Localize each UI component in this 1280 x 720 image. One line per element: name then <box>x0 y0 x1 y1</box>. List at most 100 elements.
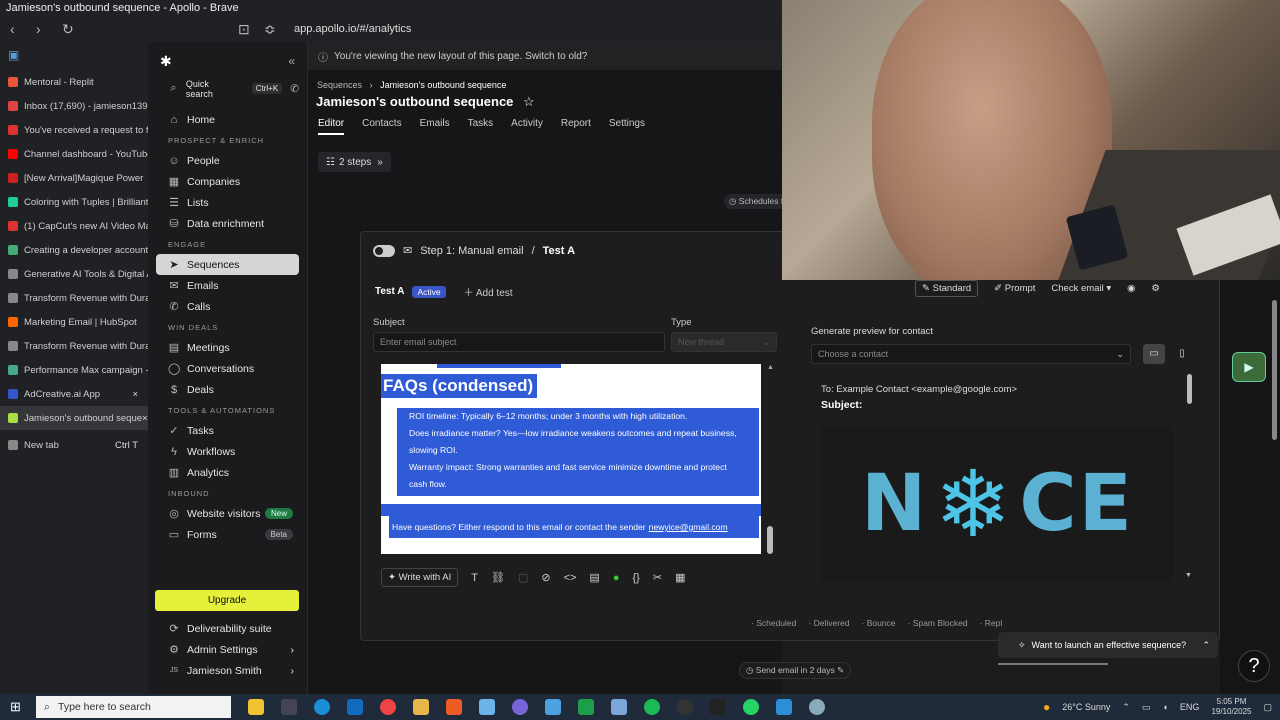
star-icon[interactable]: ☆ <box>523 94 535 109</box>
file-explorer-icon[interactable] <box>413 699 429 715</box>
nav-workflows[interactable]: ϟ Workflows <box>156 441 299 462</box>
tray-chevron-icon[interactable]: ⌃ <box>1122 702 1130 713</box>
write-with-ai-button[interactable]: ✦ Write with AI <box>381 568 459 587</box>
app-icon[interactable] <box>545 699 561 715</box>
browser-tab[interactable]: Transform Revenue with Durab <box>0 286 148 310</box>
browser-tab[interactable]: Jamieson's outbound seque × <box>0 406 148 430</box>
whatsapp-icon[interactable] <box>743 699 759 715</box>
code-icon[interactable]: <> <box>564 572 577 584</box>
nav-companies[interactable]: ▦ Companies <box>156 171 299 192</box>
steps-button[interactable]: ☷ 2 steps » <box>318 152 391 172</box>
help-button[interactable]: ? <box>1238 650 1270 682</box>
nav-tasks[interactable]: ✓ Tasks <box>156 420 299 441</box>
browser-tab[interactable]: Mentoral - Replit <box>0 70 148 94</box>
nav-user[interactable]: JS Jamieson Smith › <box>156 660 300 681</box>
browser-tab[interactable]: Creating a developer account <box>0 238 148 262</box>
tab-activity[interactable]: Activity <box>511 118 543 135</box>
nav-home[interactable]: ⌂ Home <box>156 109 299 130</box>
subject-input[interactable]: Enter email subject <box>373 332 665 352</box>
tab-settings[interactable]: Settings <box>609 118 645 135</box>
image-icon[interactable]: ▢ <box>518 571 528 584</box>
send-in-label[interactable]: ◷ Send email in 2 days ✎ <box>739 662 852 679</box>
schedules-chip[interactable]: ◷ Schedules t <box>724 194 789 209</box>
nav-emails[interactable]: ✉ Emails <box>156 275 299 296</box>
scissors-icon[interactable]: ✂ <box>653 571 662 584</box>
stat-delivered[interactable]: · Delivered <box>808 618 849 628</box>
nav-deliverability[interactable]: ⟳ Deliverability suite <box>156 618 300 639</box>
desktop-view-icon[interactable]: ▭ <box>1143 344 1165 364</box>
chrome-icon[interactable] <box>380 699 396 715</box>
mobile-view-icon[interactable]: ▯ <box>1173 344 1191 364</box>
tab-editor[interactable]: Editor <box>318 118 345 135</box>
stat-bounce[interactable]: · Bounce <box>861 618 895 628</box>
assistant-button[interactable]: ▶ <box>1232 352 1266 382</box>
page-scrollbar[interactable] <box>1272 300 1277 440</box>
edge-icon[interactable] <box>314 699 330 715</box>
quick-search[interactable]: ⌕ Quick search Ctrl+K ✆ <box>156 78 299 99</box>
nav-lists[interactable]: ☰ Lists <box>156 192 299 213</box>
windows-start-icon[interactable]: ⊞ <box>10 699 21 715</box>
step-toggle[interactable] <box>373 244 395 257</box>
nav-meetings[interactable]: ▤ Meetings <box>156 337 299 358</box>
eye-icon[interactable]: ◉ <box>1127 283 1135 294</box>
browser-tab[interactable]: Inbox (17,690) - jamieson1399 <box>0 94 148 118</box>
sidebar-toggle-icon[interactable]: ▣ <box>0 42 148 70</box>
app-icon[interactable] <box>677 699 693 715</box>
browser-tab[interactable]: [New Arrival]Magique Power <box>0 166 148 190</box>
upgrade-button[interactable]: Upgrade <box>155 590 299 611</box>
tab-emails[interactable]: Emails <box>420 118 450 135</box>
language[interactable]: ENG <box>1180 702 1200 712</box>
taskbar-search[interactable]: ⌕ Type here to search <box>36 696 231 718</box>
breadcrumb-sequences[interactable]: Sequences <box>317 80 362 90</box>
gear-icon[interactable]: ⚙ <box>1151 283 1160 294</box>
network-icon[interactable]: ▭ <box>1142 702 1151 713</box>
nav-forms[interactable]: ▭ Forms Beta <box>156 524 299 545</box>
record-icon[interactable]: ● <box>613 572 620 584</box>
collapse-sidebar-icon[interactable]: « <box>288 54 295 68</box>
tab-contacts[interactable]: Contacts <box>362 118 401 135</box>
clock[interactable]: 5:05 PM 19/10/2025 <box>1211 697 1251 717</box>
attachment-icon[interactable]: ⊘ <box>541 571 550 584</box>
url-field[interactable]: app.apollo.io/#/analytics <box>294 23 411 35</box>
notification-icon[interactable]: ▢ <box>1263 702 1272 713</box>
tab-report[interactable]: Report <box>561 118 591 135</box>
variables-icon[interactable]: {} <box>632 572 639 584</box>
browser-tab[interactable]: Performance Max campaign - T <box>0 358 148 382</box>
schedule-icon[interactable]: ▦ <box>675 571 685 584</box>
volume-icon[interactable]: ◖ <box>1162 702 1167 712</box>
app-icon[interactable] <box>512 699 528 715</box>
app-icon[interactable] <box>479 699 495 715</box>
excel-icon[interactable] <box>578 699 594 715</box>
standard-mode-button[interactable]: ✎ Standard <box>915 280 979 297</box>
prompt-mode-button[interactable]: ✐ Prompt <box>994 283 1035 294</box>
close-tab-icon[interactable]: × <box>142 413 148 424</box>
forward-icon[interactable]: › <box>36 21 48 37</box>
stat-repl[interactable]: · Repl <box>980 618 1003 628</box>
browser-tab[interactable]: You've received a request to fi <box>0 118 148 142</box>
choose-contact-select[interactable]: Choose a contact ⌄ <box>811 344 1131 364</box>
nav-deals[interactable]: $ Deals <box>156 379 299 400</box>
brave-icon[interactable] <box>446 699 462 715</box>
editor-scrollbar[interactable]: ▲ <box>767 364 775 554</box>
copilot-icon[interactable] <box>248 699 264 715</box>
outlook-icon[interactable] <box>347 699 363 715</box>
apollo-logo-icon[interactable]: ✱ <box>160 53 172 70</box>
spotify-icon[interactable] <box>644 699 660 715</box>
browser-tab[interactable]: Marketing Email | HubSpot <box>0 310 148 334</box>
scroll-thumb[interactable] <box>767 526 773 554</box>
app-icon[interactable] <box>776 699 792 715</box>
browser-tab[interactable]: Transform Revenue with Durab <box>0 334 148 358</box>
nav-conversations[interactable]: ◯ Conversations <box>156 358 299 379</box>
reload-icon[interactable]: ↻ <box>62 21 74 38</box>
nav-people[interactable]: ☺ People <box>156 150 299 171</box>
phone-icon[interactable]: ✆ <box>290 83 299 95</box>
nav-admin-settings[interactable]: ⚙ Admin Settings › <box>156 639 300 660</box>
email-body-editor[interactable]: FAQs (condensed) ROI timeline: Typically… <box>381 364 761 554</box>
browser-tab[interactable]: (1) CapCut's new AI Video Mal <box>0 214 148 238</box>
link-icon[interactable]: ⛓ <box>491 571 505 584</box>
calculator-icon[interactable] <box>611 699 627 715</box>
stat-scheduled[interactable]: · Scheduled <box>751 618 796 628</box>
bookmark-icon[interactable]: ⊡ <box>238 21 250 38</box>
check-email-dropdown[interactable]: Check email ▾ <box>1051 283 1111 294</box>
browser-tab[interactable]: Generative AI Tools & Digital A <box>0 262 148 286</box>
